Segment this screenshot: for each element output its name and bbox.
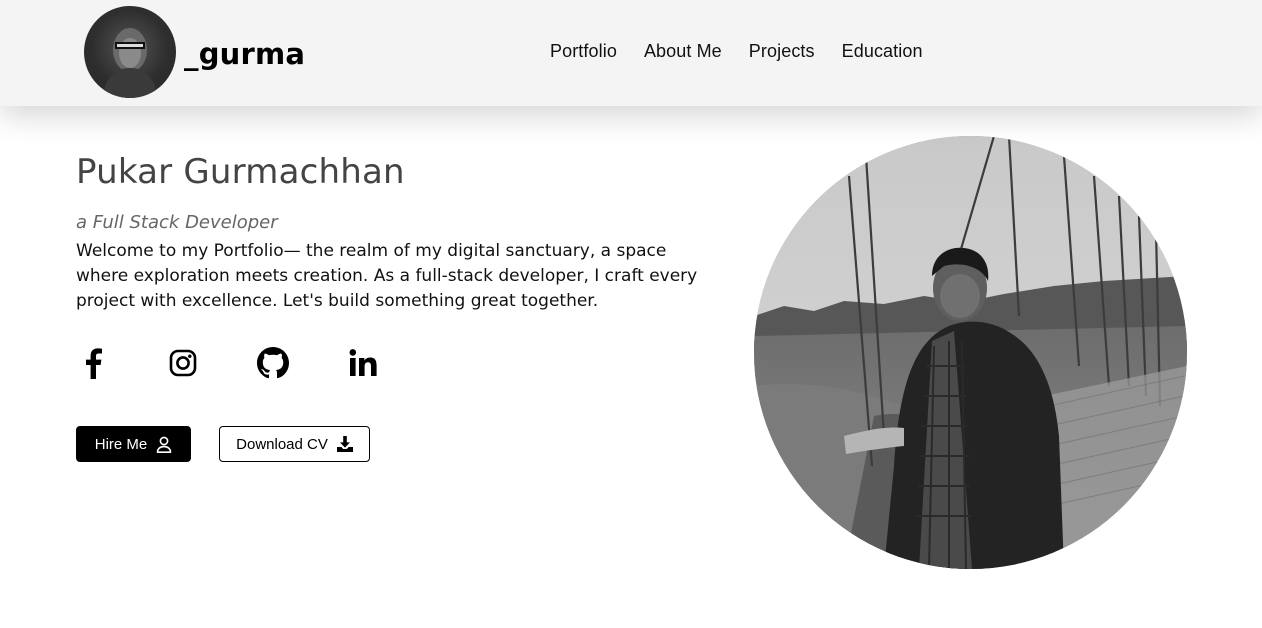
- instagram-icon[interactable]: [166, 346, 200, 380]
- github-icon[interactable]: [256, 346, 290, 380]
- user-icon: [156, 436, 172, 453]
- facebook-icon[interactable]: [76, 346, 110, 380]
- social-links: [76, 346, 436, 380]
- hero-role: a Full Stack Developer: [76, 212, 278, 233]
- profile-photo: [754, 136, 1187, 569]
- site-header: _gurma Portfolio About Me Projects Educa…: [0, 0, 1262, 106]
- brand-logo-link[interactable]: _gurma: [84, 6, 305, 98]
- profile-avatar: [84, 6, 176, 98]
- hero-description: Welcome to my Portfolio— the realm of my…: [76, 241, 698, 311]
- hire-me-button[interactable]: Hire Me: [76, 426, 191, 462]
- download-icon: [336, 436, 353, 452]
- brand-name: _gurma: [184, 37, 306, 71]
- nav-link-projects[interactable]: Projects: [749, 41, 815, 62]
- hire-me-label: Hire Me: [94, 435, 148, 453]
- nav-link-education[interactable]: Education: [842, 41, 923, 62]
- linkedin-icon[interactable]: [346, 346, 380, 380]
- download-cv-label: Download CV: [236, 435, 328, 453]
- hero-name: Pukar Gurmachhan: [76, 152, 405, 192]
- nav-link-about-me[interactable]: About Me: [644, 41, 722, 62]
- download-cv-button[interactable]: Download CV: [219, 426, 370, 462]
- main-nav: Portfolio About Me Projects Education: [550, 41, 950, 62]
- nav-link-portfolio[interactable]: Portfolio: [550, 41, 617, 62]
